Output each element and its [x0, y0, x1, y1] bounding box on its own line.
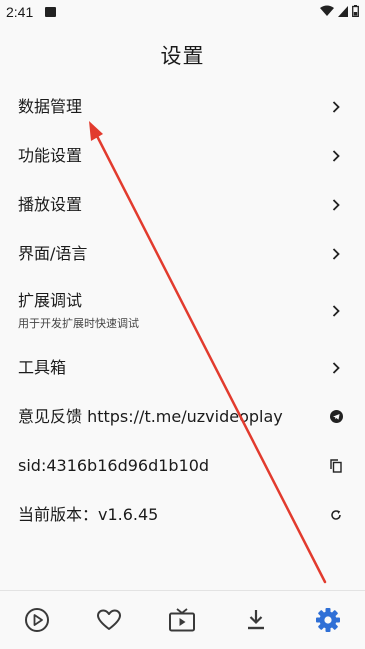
heart-icon[interactable]: [94, 605, 124, 635]
settings-item-label: 数据管理: [18, 96, 83, 116]
wifi-icon: [320, 5, 334, 16]
settings-item-label: 意见反馈 https://t.me/uzvideoplay: [18, 406, 283, 426]
gear-icon[interactable]: [313, 605, 343, 635]
settings-item-feedback[interactable]: 意见反馈 https://t.me/uzvideoplay: [0, 392, 365, 441]
settings-item-version[interactable]: 当前版本：v1.6.45: [0, 490, 365, 539]
page-title: 设置: [160, 44, 205, 68]
settings-item-label: 扩展调试: [18, 290, 83, 310]
chevron-right-icon: [329, 361, 343, 375]
refresh-icon: [329, 508, 343, 522]
settings-item-label: 界面/语言: [18, 243, 88, 263]
download-icon[interactable]: [241, 605, 271, 635]
settings-item-extension-debug[interactable]: 扩展调试 用于开发扩展时快速调试: [0, 278, 365, 343]
settings-item-interface-language[interactable]: 界面/语言: [0, 229, 365, 278]
chevron-right-icon: [329, 149, 343, 163]
settings-item-text: 扩展调试 用于开发扩展时快速调试: [18, 291, 139, 331]
chevron-right-icon: [329, 247, 343, 261]
bottom-navigation: [0, 590, 365, 649]
status-bar: 2:41: [0, 0, 365, 26]
settings-item-data-management[interactable]: 数据管理: [0, 82, 365, 131]
copy-icon: [329, 458, 343, 473]
status-time: 2:41: [6, 4, 34, 20]
telegram-icon: [329, 410, 343, 424]
settings-item-subtitle: 用于开发扩展时快速调试: [18, 316, 139, 330]
settings-item-label: 播放设置: [18, 194, 83, 214]
settings-item-playback-settings[interactable]: 播放设置: [0, 180, 365, 229]
settings-item-label: 当前版本：v1.6.45: [18, 504, 159, 524]
settings-item-label: 工具箱: [18, 357, 67, 377]
tv-icon[interactable]: [167, 605, 197, 635]
settings-item-sid[interactable]: sid:4316b16d96d1b10d: [0, 441, 365, 490]
chevron-right-icon: [329, 304, 343, 318]
status-icons: [320, 5, 359, 17]
play-icon[interactable]: [22, 605, 52, 635]
image-notification-icon: [45, 7, 56, 17]
chevron-right-icon: [329, 198, 343, 212]
signal-icon: [338, 5, 348, 17]
settings-item-toolbox[interactable]: 工具箱: [0, 343, 365, 392]
settings-item-label: 功能设置: [18, 145, 83, 165]
settings-item-label: sid:4316b16d96d1b10d: [18, 455, 210, 475]
chevron-right-icon: [329, 100, 343, 114]
settings-list: 数据管理 功能设置 播放设置 界面/语言 扩展调试 用于开发扩展时快速调试 工具…: [0, 82, 365, 539]
settings-item-feature-settings[interactable]: 功能设置: [0, 131, 365, 180]
battery-icon: [352, 5, 359, 17]
